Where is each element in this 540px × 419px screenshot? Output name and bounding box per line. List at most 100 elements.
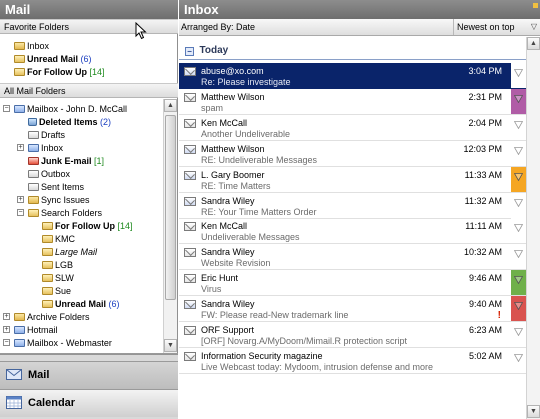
- message-row[interactable]: abuse@xo.com Re: Please investigate 3:04 P…: [179, 63, 526, 89]
- message-row[interactable]: Matthew Wilson spam 2:31 PM: [179, 89, 526, 115]
- message-row[interactable]: Sandra Wiley FW: Please read-New trademar…: [179, 296, 526, 322]
- calendar-icon: [6, 396, 22, 409]
- folder-tree-item[interactable]: Sue: [42, 285, 71, 297]
- inbox-pane: Inbox Arranged By: Date Newest on top ▽ …: [179, 0, 540, 419]
- message-row[interactable]: Eric Hunt Virus 9:46 AM: [179, 270, 526, 296]
- folder-tree-item[interactable]: Large Mail: [42, 246, 97, 258]
- follow-up-flag[interactable]: [511, 89, 526, 114]
- favorite-folders-header[interactable]: Favorite Folders: [0, 19, 178, 34]
- follow-up-flag[interactable]: [511, 63, 526, 88]
- envelope-icon: [184, 248, 196, 257]
- follow-up-flag[interactable]: [511, 296, 526, 321]
- envelope-icon: [184, 222, 196, 231]
- folder-tree-item[interactable]: Inbox: [28, 142, 63, 154]
- message-row[interactable]: Sandra Wiley Website Revision 10:32 AM: [179, 244, 526, 270]
- follow-up-flag[interactable]: [511, 322, 526, 347]
- message-row[interactable]: Ken McCall Undeliverable Messages 11:11 AM: [179, 218, 526, 244]
- folder-label: Inbox: [41, 143, 64, 153]
- follow-up-flag[interactable]: [511, 270, 526, 295]
- favorite-folder-item[interactable]: Inbox: [14, 40, 49, 52]
- search-folder-icon: [42, 261, 53, 269]
- message-sender: Ken McCall: [201, 221, 248, 231]
- message-row[interactable]: ORF Support [ORF] Novarg.A/MyDoom/Mimail.…: [179, 322, 526, 348]
- sort-order-button[interactable]: Newest on top ▽: [453, 19, 540, 35]
- envelope-icon: [184, 197, 196, 206]
- flag-icon: [514, 69, 523, 77]
- expand-icon[interactable]: +: [17, 196, 24, 203]
- favorite-folder-label: Inbox: [27, 41, 50, 51]
- message-time: 2:31 PM: [468, 92, 502, 102]
- message-row[interactable]: L. Gary Boomer RE: Time Matters 11:33 AM: [179, 167, 526, 193]
- message-sender: Eric Hunt: [201, 273, 239, 283]
- scroll-up-arrow-icon[interactable]: ▲: [164, 99, 177, 112]
- expand-icon[interactable]: +: [3, 313, 10, 320]
- folder-label: Unread Mail: [55, 299, 107, 309]
- search-folder-icon: [14, 68, 25, 76]
- message-subject: Virus: [201, 284, 222, 294]
- follow-up-flag[interactable]: [511, 218, 526, 243]
- follow-up-flag[interactable]: [511, 244, 526, 269]
- message-row[interactable]: Sandra Wiley RE: Your Time Matters Order 1…: [179, 193, 526, 219]
- all-mail-folders-header[interactable]: All Mail Folders: [0, 83, 178, 98]
- folder-tree-item[interactable]: Hotmail: [14, 324, 58, 336]
- folder-tree-item[interactable]: KMC: [42, 233, 75, 245]
- folder-tree-item[interactable]: For Follow Up [14]: [42, 220, 133, 232]
- scroll-thumb[interactable]: [165, 115, 176, 300]
- message-list-scrollbar[interactable]: ▲ ▼: [526, 37, 540, 419]
- folder-tree-item[interactable]: Drafts: [28, 129, 65, 141]
- folder-count: [14]: [117, 221, 133, 231]
- message-row[interactable]: Matthew Wilson RE: Undeliverable Messages…: [179, 141, 526, 167]
- folder-tree-item[interactable]: Junk E-mail [1]: [28, 155, 104, 167]
- follow-up-flag[interactable]: [511, 115, 526, 140]
- follow-up-flag[interactable]: [511, 193, 526, 218]
- expand-icon[interactable]: +: [3, 326, 10, 333]
- scroll-up-arrow-icon[interactable]: ▲: [527, 37, 540, 50]
- folder-tree-item[interactable]: Search Folders: [28, 207, 102, 219]
- message-subject: [ORF] Novarg.A/MyDoom/Mimail.R protectio…: [201, 336, 408, 346]
- envelope-icon: [184, 300, 196, 309]
- message-row[interactable]: Ken McCall Another Undeliverable 2:04 PM: [179, 115, 526, 141]
- folder-tree-item[interactable]: Mailbox - Webmaster: [14, 337, 112, 349]
- folder-tree-item[interactable]: Deleted Items (2): [28, 116, 111, 128]
- folder-tree-item[interactable]: Sent Items: [28, 181, 84, 193]
- folder-tree-scrollbar[interactable]: ▲ ▼: [163, 99, 177, 353]
- folder-tree-item[interactable]: Sync Issues: [28, 194, 90, 206]
- scroll-down-arrow-icon[interactable]: ▼: [527, 405, 540, 418]
- folder-label: SLW: [55, 273, 74, 283]
- scroll-down-arrow-icon[interactable]: ▼: [164, 339, 177, 352]
- sort-order-label: Newest on top: [457, 22, 515, 32]
- collapse-group-icon[interactable]: −: [185, 47, 194, 56]
- collapse-icon[interactable]: −: [17, 209, 24, 216]
- calendar-nav-button[interactable]: Calendar: [0, 389, 178, 417]
- folder-tree-item[interactable]: LGB: [42, 259, 73, 271]
- favorite-folder-item[interactable]: For Follow Up [14]: [14, 66, 105, 78]
- group-divider: [179, 59, 526, 60]
- folder-tree-item[interactable]: Unread Mail (6): [42, 298, 120, 310]
- group-header-today[interactable]: − Today: [179, 45, 526, 59]
- expand-icon[interactable]: +: [17, 144, 24, 151]
- folder-count: (6): [108, 299, 120, 309]
- mail-nav-button[interactable]: Mail: [0, 361, 178, 389]
- folder-tree-item[interactable]: Mailbox - John D. McCall: [14, 103, 127, 115]
- folder-tree-item[interactable]: SLW: [42, 272, 74, 284]
- flag-icon: [514, 199, 523, 207]
- folder-tree-item[interactable]: Archive Folders: [14, 311, 90, 323]
- envelope-icon: [184, 67, 196, 76]
- inbox-header: Inbox: [179, 0, 540, 19]
- arranged-by-button[interactable]: Arranged By: Date: [181, 22, 255, 32]
- folder-label: Mailbox - Webmaster: [27, 338, 112, 348]
- junk-folder-icon: [28, 157, 39, 165]
- message-subject: RE: Time Matters: [201, 181, 271, 191]
- follow-up-flag[interactable]: [511, 141, 526, 166]
- message-time: 10:32 AM: [463, 247, 502, 257]
- collapse-icon[interactable]: −: [3, 339, 10, 346]
- favorite-folder-item[interactable]: Unread Mail (6): [14, 53, 92, 65]
- folder-tree-item[interactable]: Outbox: [28, 168, 70, 180]
- follow-up-flag[interactable]: [511, 167, 526, 192]
- message-time: 3:04 PM: [468, 66, 502, 76]
- message-row[interactable]: Information Security magazine Live Webcas…: [179, 348, 526, 374]
- message-list: − Today abuse@xo.com Re: Please investiga…: [179, 37, 526, 419]
- collapse-icon[interactable]: −: [3, 105, 10, 112]
- follow-up-flag[interactable]: [511, 348, 526, 373]
- flag-icon: [514, 224, 523, 232]
